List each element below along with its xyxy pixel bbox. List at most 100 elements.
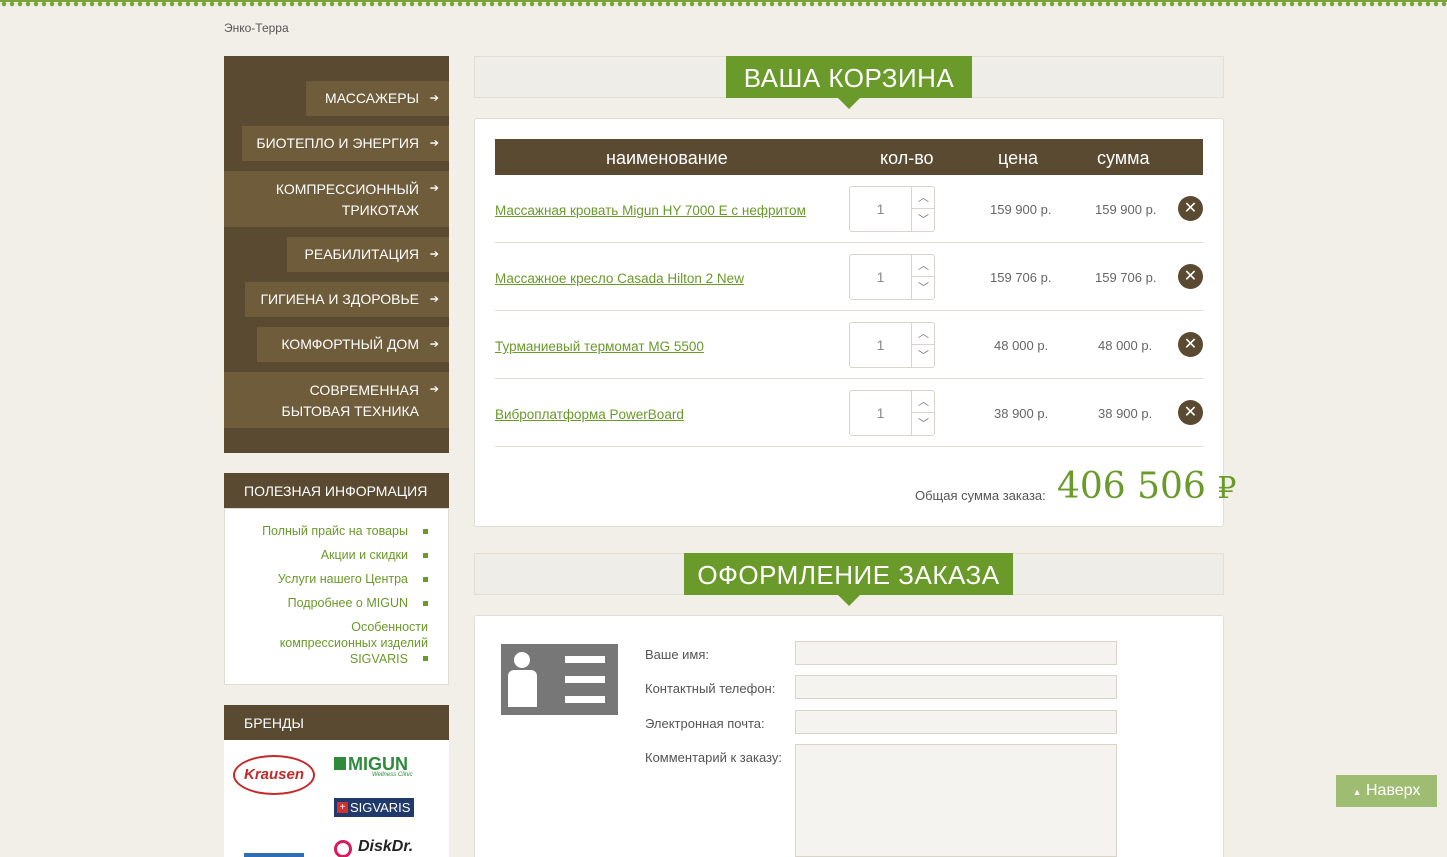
menu-item-biowarmth[interactable]: БИОТЕПЛО И ЭНЕРГИЯ ➔ bbox=[242, 126, 449, 161]
item-sum: 38 900 р. bbox=[1098, 406, 1153, 421]
chevron-down-icon[interactable]: ﹀ bbox=[911, 345, 935, 367]
info-link-promo[interactable]: Акции и скидки bbox=[321, 547, 408, 563]
quantity-input[interactable]: 1 bbox=[850, 187, 911, 231]
chevron-up-icon[interactable]: ︿ bbox=[911, 187, 935, 209]
product-link[interactable]: Турманиевый термомат MG 5500 bbox=[495, 339, 704, 354]
product-link[interactable]: Массажное кресло Casada Hilton 2 New bbox=[495, 271, 744, 286]
arrow-right-icon: ➔ bbox=[429, 182, 439, 195]
contact-card-icon bbox=[501, 644, 618, 715]
name-field[interactable] bbox=[795, 641, 1117, 665]
item-price: 159 706 р. bbox=[990, 270, 1052, 285]
menu-item-label: РЕАБИЛИТАЦИЯ bbox=[304, 246, 419, 262]
menu-item-label-line1: СОВРЕМЕННАЯ bbox=[309, 382, 419, 398]
sigvaris-logo[interactable]: + SIGVARIS bbox=[334, 798, 414, 817]
phone-field[interactable] bbox=[795, 675, 1117, 699]
comment-label: Комментарий к заказу: bbox=[645, 750, 782, 765]
chevron-down-icon[interactable]: ﹀ bbox=[911, 413, 935, 435]
arrow-right-icon: ➔ bbox=[429, 92, 439, 104]
quantity-stepper[interactable]: 1 ︿ ﹀ bbox=[849, 322, 935, 368]
line-shape bbox=[565, 676, 605, 683]
chevron-down-icon[interactable]: ﹀ bbox=[911, 277, 935, 299]
item-sum: 159 900 р. bbox=[1095, 202, 1157, 217]
triangle-up-icon: ▲ bbox=[1352, 787, 1362, 797]
bullet-icon bbox=[423, 553, 428, 558]
info-link-line: SIGVARIS bbox=[349, 652, 408, 666]
quantity-input[interactable]: 1 bbox=[850, 255, 911, 299]
total-label: Общая сумма заказа: bbox=[915, 488, 1046, 503]
scroll-top-label: Наверх bbox=[1365, 782, 1421, 799]
info-link-services[interactable]: Услуги нашего Центра bbox=[278, 571, 408, 587]
bullet-icon bbox=[423, 656, 428, 661]
info-link-line: Особенности bbox=[351, 620, 428, 634]
menu-item-label-line1: КОМПРЕССИОННЫЙ bbox=[275, 181, 419, 197]
menu-item-massagers[interactable]: МАССАЖЕРЫ ➔ bbox=[306, 81, 449, 116]
close-icon: ✕ bbox=[1183, 268, 1198, 285]
info-links-box: Полный прайс на товары Акции и скидки Ус… bbox=[224, 508, 449, 685]
comment-textarea[interactable] bbox=[795, 744, 1117, 857]
cart-title: ВАША КОРЗИНА bbox=[726, 56, 972, 109]
partial-brand-logo[interactable] bbox=[244, 853, 304, 857]
swiss-cross-icon: + bbox=[337, 802, 348, 813]
chevron-up-icon[interactable]: ︿ bbox=[911, 323, 935, 345]
scroll-top-button[interactable]: ▲ Наверх bbox=[1336, 775, 1437, 807]
item-price: 48 000 р. bbox=[994, 338, 1049, 353]
phone-label: Контактный телефон: bbox=[645, 681, 776, 696]
breadcrumb[interactable]: Энко-Терра bbox=[224, 21, 289, 35]
remove-item-button[interactable]: ✕ bbox=[1178, 196, 1203, 221]
menu-item-compression[interactable]: КОМПРЕССИОННЫЙ ТРИКОТАЖ ➔ bbox=[224, 171, 449, 227]
info-link-migun[interactable]: Подробнее о MIGUN bbox=[288, 595, 408, 611]
quantity-input[interactable]: 1 bbox=[850, 391, 911, 435]
item-price: 38 900 р. bbox=[994, 406, 1049, 421]
menu-item-appliances[interactable]: СОВРЕМЕННАЯ БЫТОВАЯ ТЕХНИКА ➔ bbox=[224, 372, 449, 428]
menu-item-hygiene[interactable]: ГИГИЕНА И ЗДОРОВЬЕ ➔ bbox=[245, 282, 449, 317]
arrow-right-icon: ➔ bbox=[429, 383, 439, 396]
line-shape bbox=[565, 696, 605, 703]
col-price-header: цена bbox=[998, 148, 1039, 168]
cart-row: Массажная кровать Migun HY 7000 E с нефр… bbox=[495, 175, 1203, 243]
menu-item-label: СОВРЕМЕННАЯ БЫТОВАЯ ТЕХНИКА bbox=[282, 380, 420, 422]
quantity-stepper[interactable]: 1 ︿ ﹀ bbox=[849, 390, 935, 436]
arrow-right-icon: ➔ bbox=[429, 338, 439, 350]
info-link-price[interactable]: Полный прайс на товары bbox=[262, 523, 408, 539]
migun-mark-icon bbox=[334, 757, 346, 770]
product-link[interactable]: Виброплатформа PowerBoard bbox=[495, 407, 684, 422]
menu-item-comfort-home[interactable]: КОМФОРТНЫЙ ДОМ ➔ bbox=[257, 327, 449, 362]
top-dotted-border bbox=[0, 0, 1447, 7]
diskdr-logo[interactable]: DiskDr. bbox=[334, 838, 416, 857]
chevron-up-icon[interactable]: ︿ bbox=[911, 255, 935, 277]
quantity-input[interactable]: 1 bbox=[850, 323, 911, 367]
order-title: ОФОРМЛЕНИЕ ЗАКАЗА bbox=[684, 553, 1013, 606]
line-shape bbox=[565, 656, 605, 663]
quantity-stepper[interactable]: 1 ︿ ﹀ bbox=[849, 186, 935, 232]
product-link[interactable]: Массажная кровать Migun HY 7000 E с нефр… bbox=[495, 203, 806, 218]
quantity-stepper[interactable]: 1 ︿ ﹀ bbox=[849, 254, 935, 300]
remove-item-button[interactable]: ✕ bbox=[1178, 332, 1203, 357]
close-icon: ✕ bbox=[1183, 336, 1198, 353]
remove-item-button[interactable]: ✕ bbox=[1178, 264, 1203, 289]
info-link-sigvaris[interactable]: Особенности компрессионных изделий SIGVA… bbox=[280, 619, 428, 667]
arrow-right-icon: ➔ bbox=[429, 137, 439, 149]
info-heading: ПОЛЕЗНАЯ ИНФОРМАЦИЯ bbox=[224, 473, 449, 520]
migun-logo-tagline: Wellness Clinic bbox=[372, 772, 413, 778]
cart-row: Турманиевый термомат MG 5500 1 ︿ ﹀ 48 00… bbox=[495, 311, 1203, 379]
menu-item-label-line2: ТРИКОТАЖ bbox=[341, 202, 419, 218]
migun-logo[interactable]: MIGUN Wellness Clinic bbox=[334, 754, 414, 780]
krausen-logo[interactable]: Krausen bbox=[233, 755, 315, 795]
email-field[interactable] bbox=[795, 710, 1117, 734]
close-icon: ✕ bbox=[1183, 404, 1198, 421]
menu-item-rehab[interactable]: РЕАБИЛИТАЦИЯ ➔ bbox=[287, 237, 449, 272]
sigvaris-logo-text: SIGVARIS bbox=[350, 800, 411, 815]
arrow-right-icon: ➔ bbox=[429, 293, 439, 305]
bullet-icon bbox=[423, 577, 428, 582]
remove-item-button[interactable]: ✕ bbox=[1178, 400, 1203, 425]
col-name-header: наименование bbox=[606, 148, 728, 168]
brands-heading: БРЕНДЫ bbox=[224, 705, 449, 752]
item-price: 159 900 р. bbox=[990, 202, 1052, 217]
chevron-down-icon[interactable]: ﹀ bbox=[911, 209, 935, 231]
close-icon: ✕ bbox=[1183, 200, 1198, 217]
bullet-icon bbox=[423, 529, 428, 534]
item-sum: 48 000 р. bbox=[1098, 338, 1153, 353]
cart-row: Массажное кресло Casada Hilton 2 New 1 ︿… bbox=[495, 243, 1203, 311]
chevron-up-icon[interactable]: ︿ bbox=[911, 391, 935, 413]
arrow-right-icon: ➔ bbox=[429, 248, 439, 260]
